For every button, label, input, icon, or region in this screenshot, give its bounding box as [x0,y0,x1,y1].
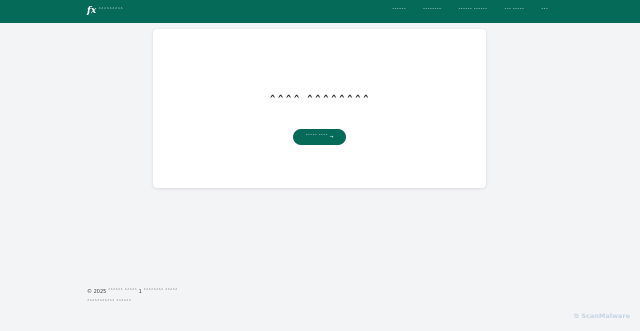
brand-link[interactable]: fx ˆˆˆˆˆˆˆˆˆ [87,4,123,19]
scanmalware-watermark: ≋ ScanMalware [573,312,630,320]
nav-item-5[interactable]: ˆˆˆ [541,9,548,14]
content-card: ˆˆˆˆ ˆˆˆˆˆˆˆˆ ˆˆˆˆˆ ˆˆˆˆ → [153,29,486,188]
main-nav: ˆˆˆˆˆˆ ˆˆˆˆˆˆˆˆ ˆˆˆˆˆˆ ˆˆˆˆˆˆ ˆˆˆ ˆˆˆˆˆ … [392,0,548,23]
page-title: ˆˆˆˆ ˆˆˆˆˆˆˆˆ [268,93,371,111]
copyright-text: © 2025 ˆˆˆˆˆˆ ˆˆˆˆˆ 1 ˆˆˆˆˆˆˆˆ ˆˆˆˆˆ [87,289,178,295]
primary-action-label: ˆˆˆˆˆ ˆˆˆˆ [305,134,328,140]
scanmalware-logo-icon: ≋ [573,312,580,320]
nav-item-4[interactable]: ˆˆˆ ˆˆˆˆˆ [504,9,524,14]
top-navbar: fx ˆˆˆˆˆˆˆˆˆ ˆˆˆˆˆˆ ˆˆˆˆˆˆˆˆ ˆˆˆˆˆˆ ˆˆˆˆ… [0,0,640,23]
primary-action-button[interactable]: ˆˆˆˆˆ ˆˆˆˆ → [293,129,346,145]
nav-item-1[interactable]: ˆˆˆˆˆˆ [392,9,406,14]
fx-logo-icon: fx [87,6,97,16]
arrow-right-icon: → [329,134,334,140]
footer-tagline: ˆˆˆˆˆˆˆˆˆˆˆ ˆˆˆˆˆˆ [87,300,132,306]
nav-item-2[interactable]: ˆˆˆˆˆˆˆˆ [423,9,441,14]
brand-name: ˆˆˆˆˆˆˆˆˆ [98,7,123,14]
watermark-text: ScanMalware [581,312,630,320]
nav-item-3[interactable]: ˆˆˆˆˆˆ ˆˆˆˆˆˆ [458,9,487,14]
